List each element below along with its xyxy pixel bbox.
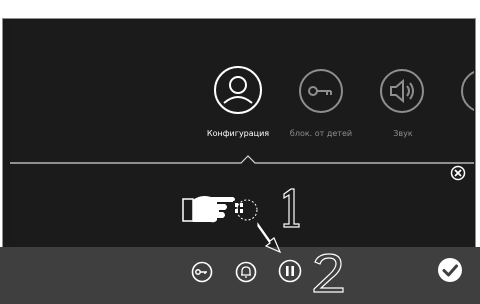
menu-item-configuration[interactable] [213,65,263,115]
menu-item-next[interactable] [460,68,474,114]
menu-label-sound: Звук [393,129,413,138]
close-icon [450,165,466,181]
bottom-pause-button[interactable] [278,259,302,283]
checkmark-icon [438,258,462,282]
person-icon [214,66,262,114]
pause-icon [278,259,302,283]
key-icon [191,261,213,283]
menu-item-sound[interactable] [379,68,425,114]
circle-icon [461,70,474,112]
key-icon [299,69,343,113]
menu-item-child-lock[interactable] [298,68,344,114]
step-number-2: 2 [310,252,350,294]
bottom-bell-button[interactable] [235,261,257,283]
top-margin [0,0,480,20]
menu-label-child-lock: блок. от детей [289,129,353,138]
confirm-button[interactable] [437,257,463,283]
menu-label-configuration: Конфигурация [206,129,270,138]
pointing-hand-icon [181,190,261,226]
menu-separator [10,151,474,164]
close-button[interactable] [450,165,466,181]
speaker-icon [380,69,424,113]
bottom-key-button[interactable] [191,261,213,283]
arrow-icon [254,222,284,256]
bell-icon [235,261,257,283]
